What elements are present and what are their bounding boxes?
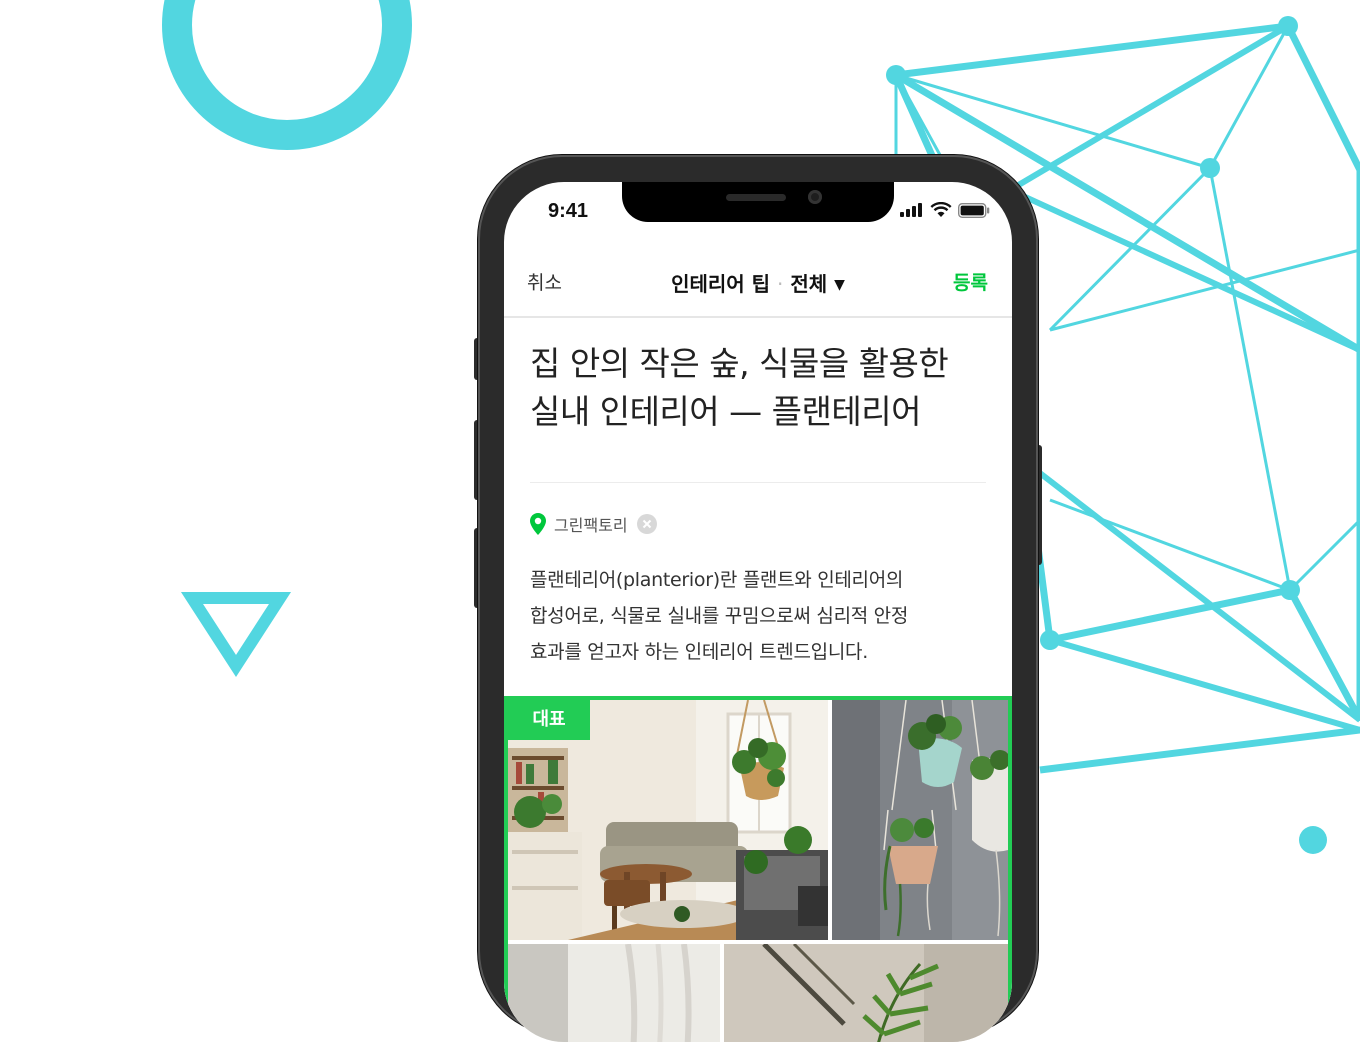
category-selector[interactable]: 인테리어 팁 · 전체 ▼: [504, 268, 1012, 297]
article-title[interactable]: 집 안의 작은 숲, 식물을 활용한 실내 인테리어 — 플랜테리어: [530, 340, 990, 436]
submit-button[interactable]: 등록: [953, 268, 988, 295]
palm-leaves-photo[interactable]: [724, 944, 1008, 1042]
article-title-line: 집 안의 작은 숲, 식물을 활용한: [530, 344, 949, 383]
category-label: 인테리어 팁: [671, 272, 771, 296]
nav-bar: 취소 인테리어 팁 · 전체 ▼ 등록: [504, 254, 1012, 318]
category-separator: ·: [777, 272, 784, 296]
clear-icon[interactable]: [636, 513, 658, 535]
filter-label: 전체: [790, 272, 828, 296]
photo-gallery: 대표: [504, 696, 1012, 1042]
caret-down-icon: ▼: [834, 277, 845, 293]
location-pin-icon: [530, 513, 546, 535]
article-body[interactable]: 플랜테리어(planterior)란 플랜트와 인테리어의 합성어로, 식물로 …: [530, 562, 990, 670]
body-line: 합성어로, 식물로 실내를 꾸밈으로써 심리적 안정: [530, 605, 909, 627]
curtain-photo[interactable]: [508, 944, 720, 1042]
hanging-plants-photo[interactable]: [832, 700, 1008, 940]
body-line: 플랜테리어(planterior)란 플랜트와 인테리어의: [530, 569, 904, 591]
cover-badge: 대표: [508, 700, 590, 740]
status-icons: [900, 202, 990, 218]
wifi-icon: [930, 202, 952, 217]
front-camera: [808, 190, 822, 204]
phone-screen: 9:41 취소 인테리어 팁 · 전체 ▼ 등록 집 안의 작은 숲, 식물을 …: [504, 182, 1012, 1042]
title-divider: [530, 482, 986, 483]
phone-frame: 9:41 취소 인테리어 팁 · 전체 ▼ 등록 집 안의 작은 숲, 식물을 …: [478, 155, 1038, 1042]
location-tag[interactable]: 그린팩토리: [530, 512, 658, 536]
speaker: [726, 194, 786, 201]
body-line: 효과를 얻고자 하는 인테리어 트렌드입니다.: [530, 641, 868, 663]
signal-icon: [900, 203, 922, 217]
location-name: 그린팩토리: [554, 516, 628, 535]
status-time: 9:41: [548, 200, 589, 222]
battery-icon: [958, 202, 990, 218]
article-title-line: 실내 인테리어 — 플랜테리어: [530, 392, 921, 431]
notch: [622, 182, 894, 222]
